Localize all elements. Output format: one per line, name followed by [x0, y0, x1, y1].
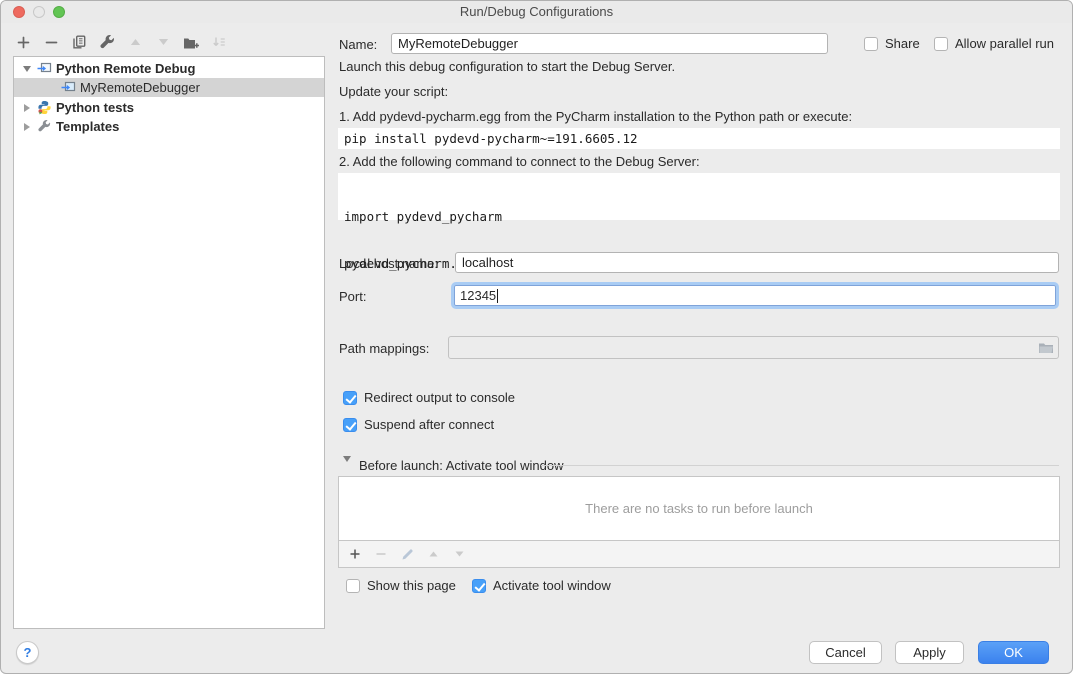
tree-item-label: Python tests — [56, 100, 134, 115]
remote-debug-icon — [60, 81, 76, 94]
new-folder-icon — [183, 36, 200, 49]
minus-icon — [45, 36, 58, 49]
window-title: Run/Debug Configurations — [1, 4, 1072, 19]
redirect-output-label: Redirect output to console — [364, 390, 515, 405]
tree-item-myremotedebugger[interactable]: MyRemoteDebugger — [14, 78, 324, 97]
before-launch-task-list: There are no tasks to run before launch — [338, 476, 1060, 541]
run-debug-configurations-dialog: Run/Debug Configurations — [0, 0, 1073, 674]
allow-parallel-run-label: Allow parallel run — [955, 36, 1054, 51]
section-divider — [541, 465, 1059, 466]
minus-icon — [375, 548, 387, 560]
add-configuration-button[interactable] — [13, 32, 33, 52]
edit-task-button[interactable] — [397, 544, 417, 564]
move-up-button[interactable] — [125, 32, 145, 52]
plus-icon — [349, 548, 361, 560]
browse-path-mappings-button[interactable] — [1037, 339, 1055, 356]
port-label: Port: — [339, 289, 366, 305]
name-label: Name: — [339, 37, 377, 53]
move-task-down-button[interactable] — [449, 544, 469, 564]
configurations-toolbar — [13, 32, 229, 52]
allow-parallel-run-checkbox[interactable]: Allow parallel run — [934, 36, 1054, 51]
redirect-output-checkbox[interactable]: Redirect output to console — [343, 390, 515, 405]
remote-debug-icon — [36, 62, 52, 75]
help-button[interactable]: ? — [16, 641, 39, 664]
checkbox-unchecked-icon — [346, 579, 360, 593]
empty-task-list-message: There are no tasks to run before launch — [585, 501, 813, 516]
show-this-page-checkbox[interactable]: Show this page — [346, 578, 456, 593]
titlebar: Run/Debug Configurations — [1, 1, 1072, 23]
remove-configuration-button[interactable] — [41, 32, 61, 52]
share-label: Share — [885, 36, 920, 51]
tree-item-label: MyRemoteDebugger — [80, 80, 200, 95]
checkbox-unchecked-icon — [934, 37, 948, 51]
before-launch-header: Before launch: Activate tool window — [359, 458, 564, 474]
intro-line-1: Launch this debug configuration to start… — [339, 59, 675, 75]
step-2-text: 2. Add the following command to connect … — [339, 154, 700, 170]
tree-item-templates[interactable]: Templates — [14, 117, 324, 136]
tree-item-python-remote-debug[interactable]: Python Remote Debug — [14, 59, 324, 78]
arrow-up-icon — [428, 549, 439, 559]
remove-task-button[interactable] — [371, 544, 391, 564]
tree-item-label: Templates — [56, 119, 119, 134]
settrace-code-block: import pydevd_pycharm pydevd_pycharm.set… — [338, 173, 1060, 220]
move-task-up-button[interactable] — [423, 544, 443, 564]
collapse-arrow-icon[interactable] — [343, 462, 351, 477]
local-host-name-label: Local host name: — [339, 256, 438, 272]
add-task-button[interactable] — [345, 544, 365, 564]
arrow-down-icon — [454, 549, 465, 559]
arrow-down-icon — [157, 36, 170, 48]
port-input[interactable]: 12345 — [451, 282, 1059, 309]
collapse-arrow-icon[interactable] — [22, 66, 32, 72]
folder-icon — [1038, 341, 1054, 354]
edit-templates-button[interactable] — [97, 32, 117, 52]
create-folder-button[interactable] — [181, 32, 201, 52]
activate-tool-window-label: Activate tool window — [493, 578, 611, 593]
port-value: 12345 — [454, 288, 496, 303]
suspend-after-connect-checkbox[interactable]: Suspend after connect — [343, 417, 494, 432]
pip-install-command: pip install pydevd-pycharm~=191.6605.12 — [338, 128, 1060, 149]
python-tests-icon — [36, 100, 52, 115]
expand-arrow-icon[interactable] — [22, 123, 32, 131]
step-1-text: 1. Add pydevd-pycharm.egg from the PyCha… — [339, 109, 852, 125]
copy-icon — [72, 35, 86, 49]
tree-item-python-tests[interactable]: Python tests — [14, 98, 324, 117]
code-line-1: import pydevd_pycharm — [344, 208, 1060, 225]
checkbox-checked-icon — [343, 418, 357, 432]
checkbox-checked-icon — [472, 579, 486, 593]
pencil-icon — [401, 548, 414, 561]
task-list-toolbar — [338, 541, 1060, 568]
wrench-icon — [100, 35, 115, 50]
checkbox-unchecked-icon — [864, 37, 878, 51]
wrench-icon — [36, 120, 52, 133]
name-input[interactable] — [391, 33, 828, 54]
cancel-button[interactable]: Cancel — [809, 641, 882, 664]
local-host-name-input[interactable] — [455, 252, 1059, 273]
path-mappings-label: Path mappings: — [339, 341, 429, 357]
checkbox-checked-icon — [343, 391, 357, 405]
path-mappings-field[interactable] — [448, 336, 1059, 359]
configurations-tree: Python Remote Debug MyRemoteDebugger Pyt… — [13, 56, 325, 629]
expand-arrow-icon[interactable] — [22, 104, 32, 112]
plus-icon — [17, 36, 30, 49]
arrow-up-icon — [129, 36, 142, 48]
move-down-button[interactable] — [153, 32, 173, 52]
intro-line-2: Update your script: — [339, 84, 448, 100]
show-this-page-label: Show this page — [367, 578, 456, 593]
copy-configuration-button[interactable] — [69, 32, 89, 52]
share-checkbox[interactable]: Share — [864, 36, 920, 51]
question-mark-icon: ? — [24, 645, 32, 660]
text-caret — [497, 289, 498, 303]
suspend-after-connect-label: Suspend after connect — [364, 417, 494, 432]
tree-item-label: Python Remote Debug — [56, 61, 195, 76]
ok-button[interactable]: OK — [978, 641, 1049, 664]
sort-az-icon — [212, 35, 226, 49]
activate-tool-window-checkbox[interactable]: Activate tool window — [472, 578, 611, 593]
apply-button[interactable]: Apply — [895, 641, 964, 664]
sort-configurations-button[interactable] — [209, 32, 229, 52]
